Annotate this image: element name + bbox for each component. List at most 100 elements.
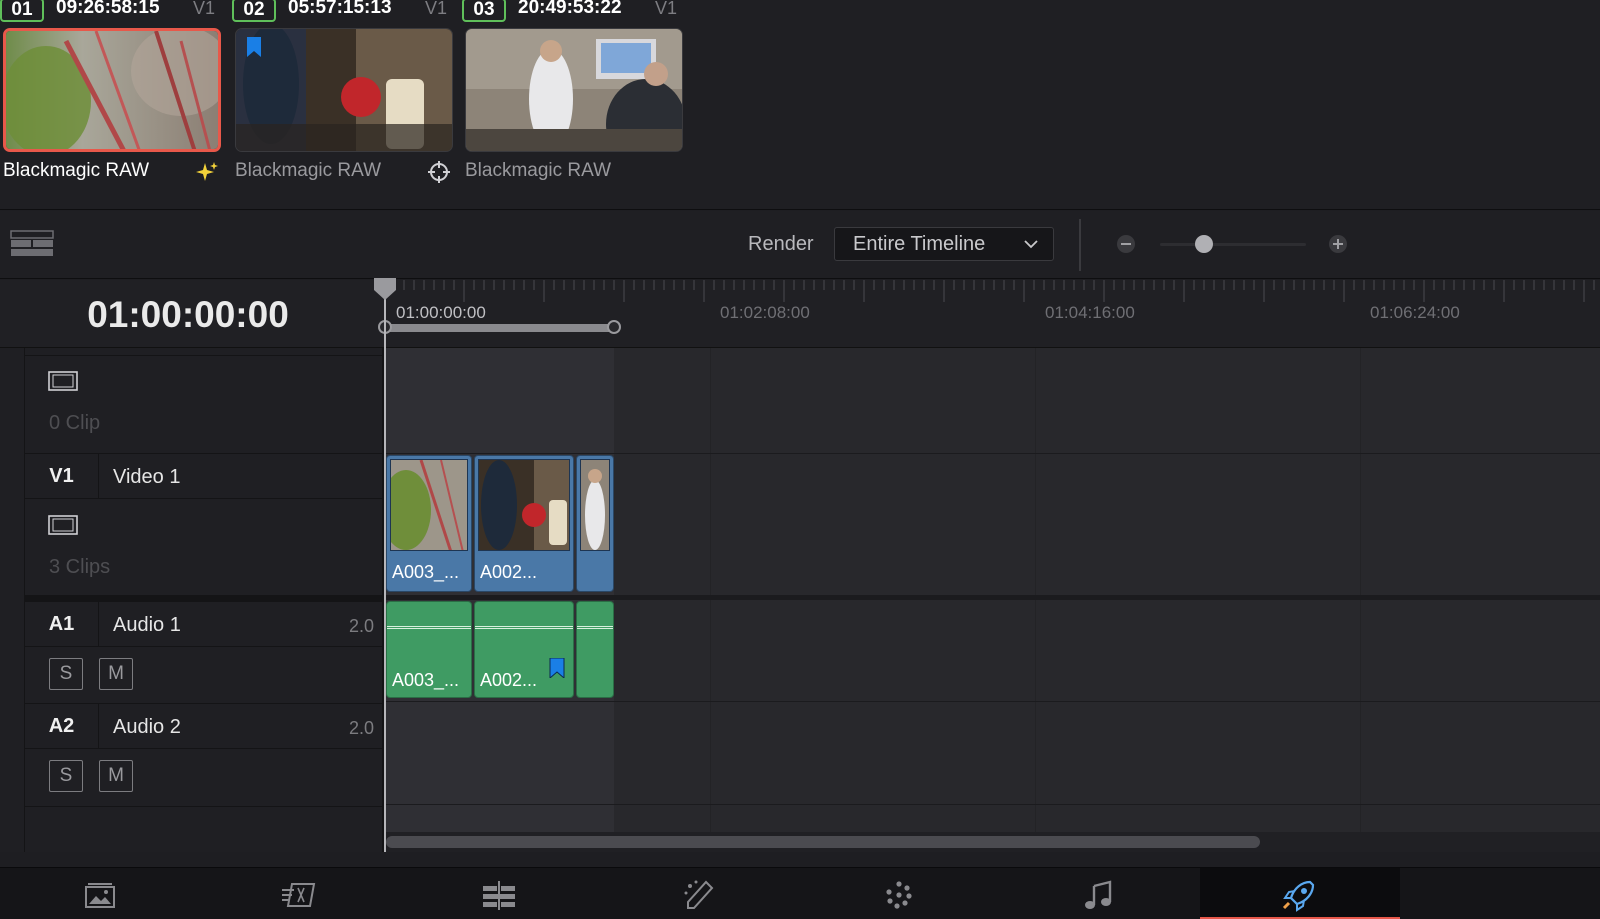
track-header-empty: 0 Clip bbox=[25, 356, 382, 454]
nav-deliver-page[interactable] bbox=[1200, 868, 1400, 919]
track-headers: 0 Clip V1 Video 1 3 Clips A1 Audio 1 2.0… bbox=[0, 348, 384, 852]
render-range-bar[interactable] bbox=[386, 324, 614, 332]
zoom-slider[interactable] bbox=[1160, 243, 1306, 246]
solo-button[interactable]: S bbox=[49, 760, 83, 792]
timeline-timecode[interactable]: 01:00:00:00 bbox=[0, 294, 376, 336]
lane-empty bbox=[386, 348, 1600, 454]
audio-waveform bbox=[577, 626, 613, 629]
timecode-panel: 01:00:00:00 bbox=[0, 280, 384, 348]
edit-page-icon bbox=[483, 881, 515, 910]
video-clip-name: A002... bbox=[480, 562, 538, 582]
track-spacer bbox=[25, 348, 382, 356]
video-clip[interactable]: A002... bbox=[474, 455, 574, 592]
video-clip[interactable] bbox=[576, 455, 614, 592]
clip-thumbnail[interactable] bbox=[3, 28, 221, 152]
track-header-v1[interactable]: V1 Video 1 3 Clips bbox=[25, 454, 382, 596]
ruler-label: 01:04:16:00 bbox=[1045, 303, 1135, 322]
track-header-strip bbox=[0, 348, 25, 852]
page-navigation bbox=[0, 867, 1600, 919]
color-page-icon bbox=[886, 881, 912, 909]
music-note-icon bbox=[1085, 880, 1112, 909]
nav-color-page[interactable] bbox=[800, 868, 1000, 919]
nav-fusion-page[interactable] bbox=[600, 868, 800, 919]
ruler-label: 01:06:24:00 bbox=[1370, 303, 1460, 322]
nav-edit-page[interactable] bbox=[400, 868, 600, 919]
track-divider bbox=[25, 748, 382, 749]
track-header-a2[interactable]: A2 Audio 2 2.0 S M bbox=[25, 704, 382, 807]
audio-waveform bbox=[387, 626, 471, 629]
zoom-out-icon[interactable] bbox=[1116, 234, 1136, 254]
layout-toggle-icon[interactable] bbox=[10, 229, 54, 259]
clip-timecode: 20:49:53:22 bbox=[518, 0, 622, 18]
ruler-label: 01:00:00:00 bbox=[396, 303, 486, 322]
mute-button[interactable]: M bbox=[99, 760, 133, 792]
chevron-down-icon bbox=[1024, 240, 1038, 249]
nav-fairlight-page[interactable] bbox=[1000, 868, 1200, 919]
audio-clip[interactable]: A003_... bbox=[386, 601, 472, 698]
solo-button[interactable]: S bbox=[49, 658, 83, 690]
audio-clip[interactable]: A002... bbox=[474, 601, 574, 698]
audio-clip-name: A002... bbox=[480, 670, 538, 690]
timeline-toolbar: Render Entire Timeline bbox=[0, 211, 1600, 279]
track-divider bbox=[25, 498, 382, 499]
toolbar-divider bbox=[1079, 219, 1081, 271]
clip-03[interactable]: 03 20:49:53:22 V1 Blackmagic RAW bbox=[462, 0, 686, 200]
horizontal-scrollbar[interactable] bbox=[386, 832, 1600, 852]
video-clip-name: A003_... bbox=[392, 562, 460, 582]
track-id: V1 bbox=[25, 454, 99, 498]
clip-timecode: 05:57:15:13 bbox=[288, 0, 392, 18]
track-name: Audio 2 bbox=[113, 716, 181, 738]
clip-01[interactable]: 01 09:26:58:15 V1 Blackmagic RAW bbox=[0, 0, 224, 200]
clip-number: 02 bbox=[232, 0, 276, 22]
clip-count: 0 Clip bbox=[49, 412, 101, 434]
clip-strip: 01 09:26:58:15 V1 Blackmagic RAW 02 05:5… bbox=[0, 0, 1600, 210]
clip-header: 01 09:26:58:15 V1 bbox=[0, 0, 224, 22]
mute-button[interactable]: M bbox=[99, 658, 133, 690]
zoom-slider-handle[interactable] bbox=[1194, 235, 1213, 253]
media-page-icon bbox=[85, 883, 115, 908]
clip-number: 01 bbox=[0, 0, 44, 22]
timeline-ruler[interactable]: 01:00:00:00 01:02:08:00 01:04:16:00 01:0… bbox=[384, 280, 1600, 348]
audio-waveform bbox=[475, 626, 573, 629]
nav-cut-page[interactable] bbox=[200, 868, 400, 919]
crosshair-icon bbox=[428, 161, 450, 183]
clip-codec: Blackmagic RAW bbox=[465, 160, 612, 181]
sparkle-icon bbox=[196, 162, 218, 181]
track-id: A2 bbox=[25, 704, 99, 748]
lane-a2 bbox=[386, 702, 1600, 805]
video-clip-thumbnail bbox=[580, 459, 610, 551]
clip-codec: Blackmagic RAW bbox=[3, 160, 150, 181]
channel-format: 2.0 bbox=[348, 616, 374, 636]
video-clip[interactable]: A003_... bbox=[386, 455, 472, 592]
fusion-page-icon bbox=[684, 880, 714, 909]
clip-header: 03 20:49:53:22 V1 bbox=[462, 0, 686, 22]
clip-header: 02 05:57:15:13 V1 bbox=[232, 0, 456, 22]
audio-clip-name: A003_... bbox=[392, 670, 460, 690]
film-strip-icon bbox=[48, 371, 78, 391]
clip-timecode: 09:26:58:15 bbox=[56, 0, 160, 18]
render-range-value: Entire Timeline bbox=[853, 233, 986, 255]
zoom-in-icon[interactable] bbox=[1328, 234, 1348, 254]
scrollbar-thumb[interactable] bbox=[386, 836, 1260, 848]
film-strip-icon bbox=[48, 515, 78, 535]
rocket-icon bbox=[1282, 880, 1315, 912]
bookmark-flag-icon bbox=[549, 658, 565, 678]
clip-number: 03 bbox=[462, 0, 506, 22]
bookmark-flag-icon bbox=[247, 37, 261, 57]
playhead-handle-icon[interactable] bbox=[372, 278, 398, 302]
track-area[interactable]: A003_... A002... A003_... A002... bbox=[386, 348, 1600, 832]
playhead[interactable] bbox=[384, 280, 386, 852]
track-header-a1[interactable]: A1 Audio 1 2.0 S M bbox=[25, 602, 382, 704]
cut-page-icon bbox=[282, 883, 316, 907]
track-name: Video 1 bbox=[113, 466, 181, 488]
clip-thumbnail[interactable] bbox=[465, 28, 683, 152]
track-id: A1 bbox=[25, 602, 99, 646]
nav-media-page[interactable] bbox=[0, 868, 200, 919]
clip-02[interactable]: 02 05:57:15:13 V1 Blackmagic RAW bbox=[232, 0, 456, 200]
out-point-handle[interactable] bbox=[607, 320, 621, 334]
render-range-select[interactable]: Entire Timeline bbox=[834, 227, 1054, 261]
clip-thumbnail[interactable] bbox=[235, 28, 453, 152]
video-clip-thumbnail bbox=[478, 459, 570, 551]
video-clip-thumbnail bbox=[390, 459, 468, 551]
audio-clip[interactable] bbox=[576, 601, 614, 698]
